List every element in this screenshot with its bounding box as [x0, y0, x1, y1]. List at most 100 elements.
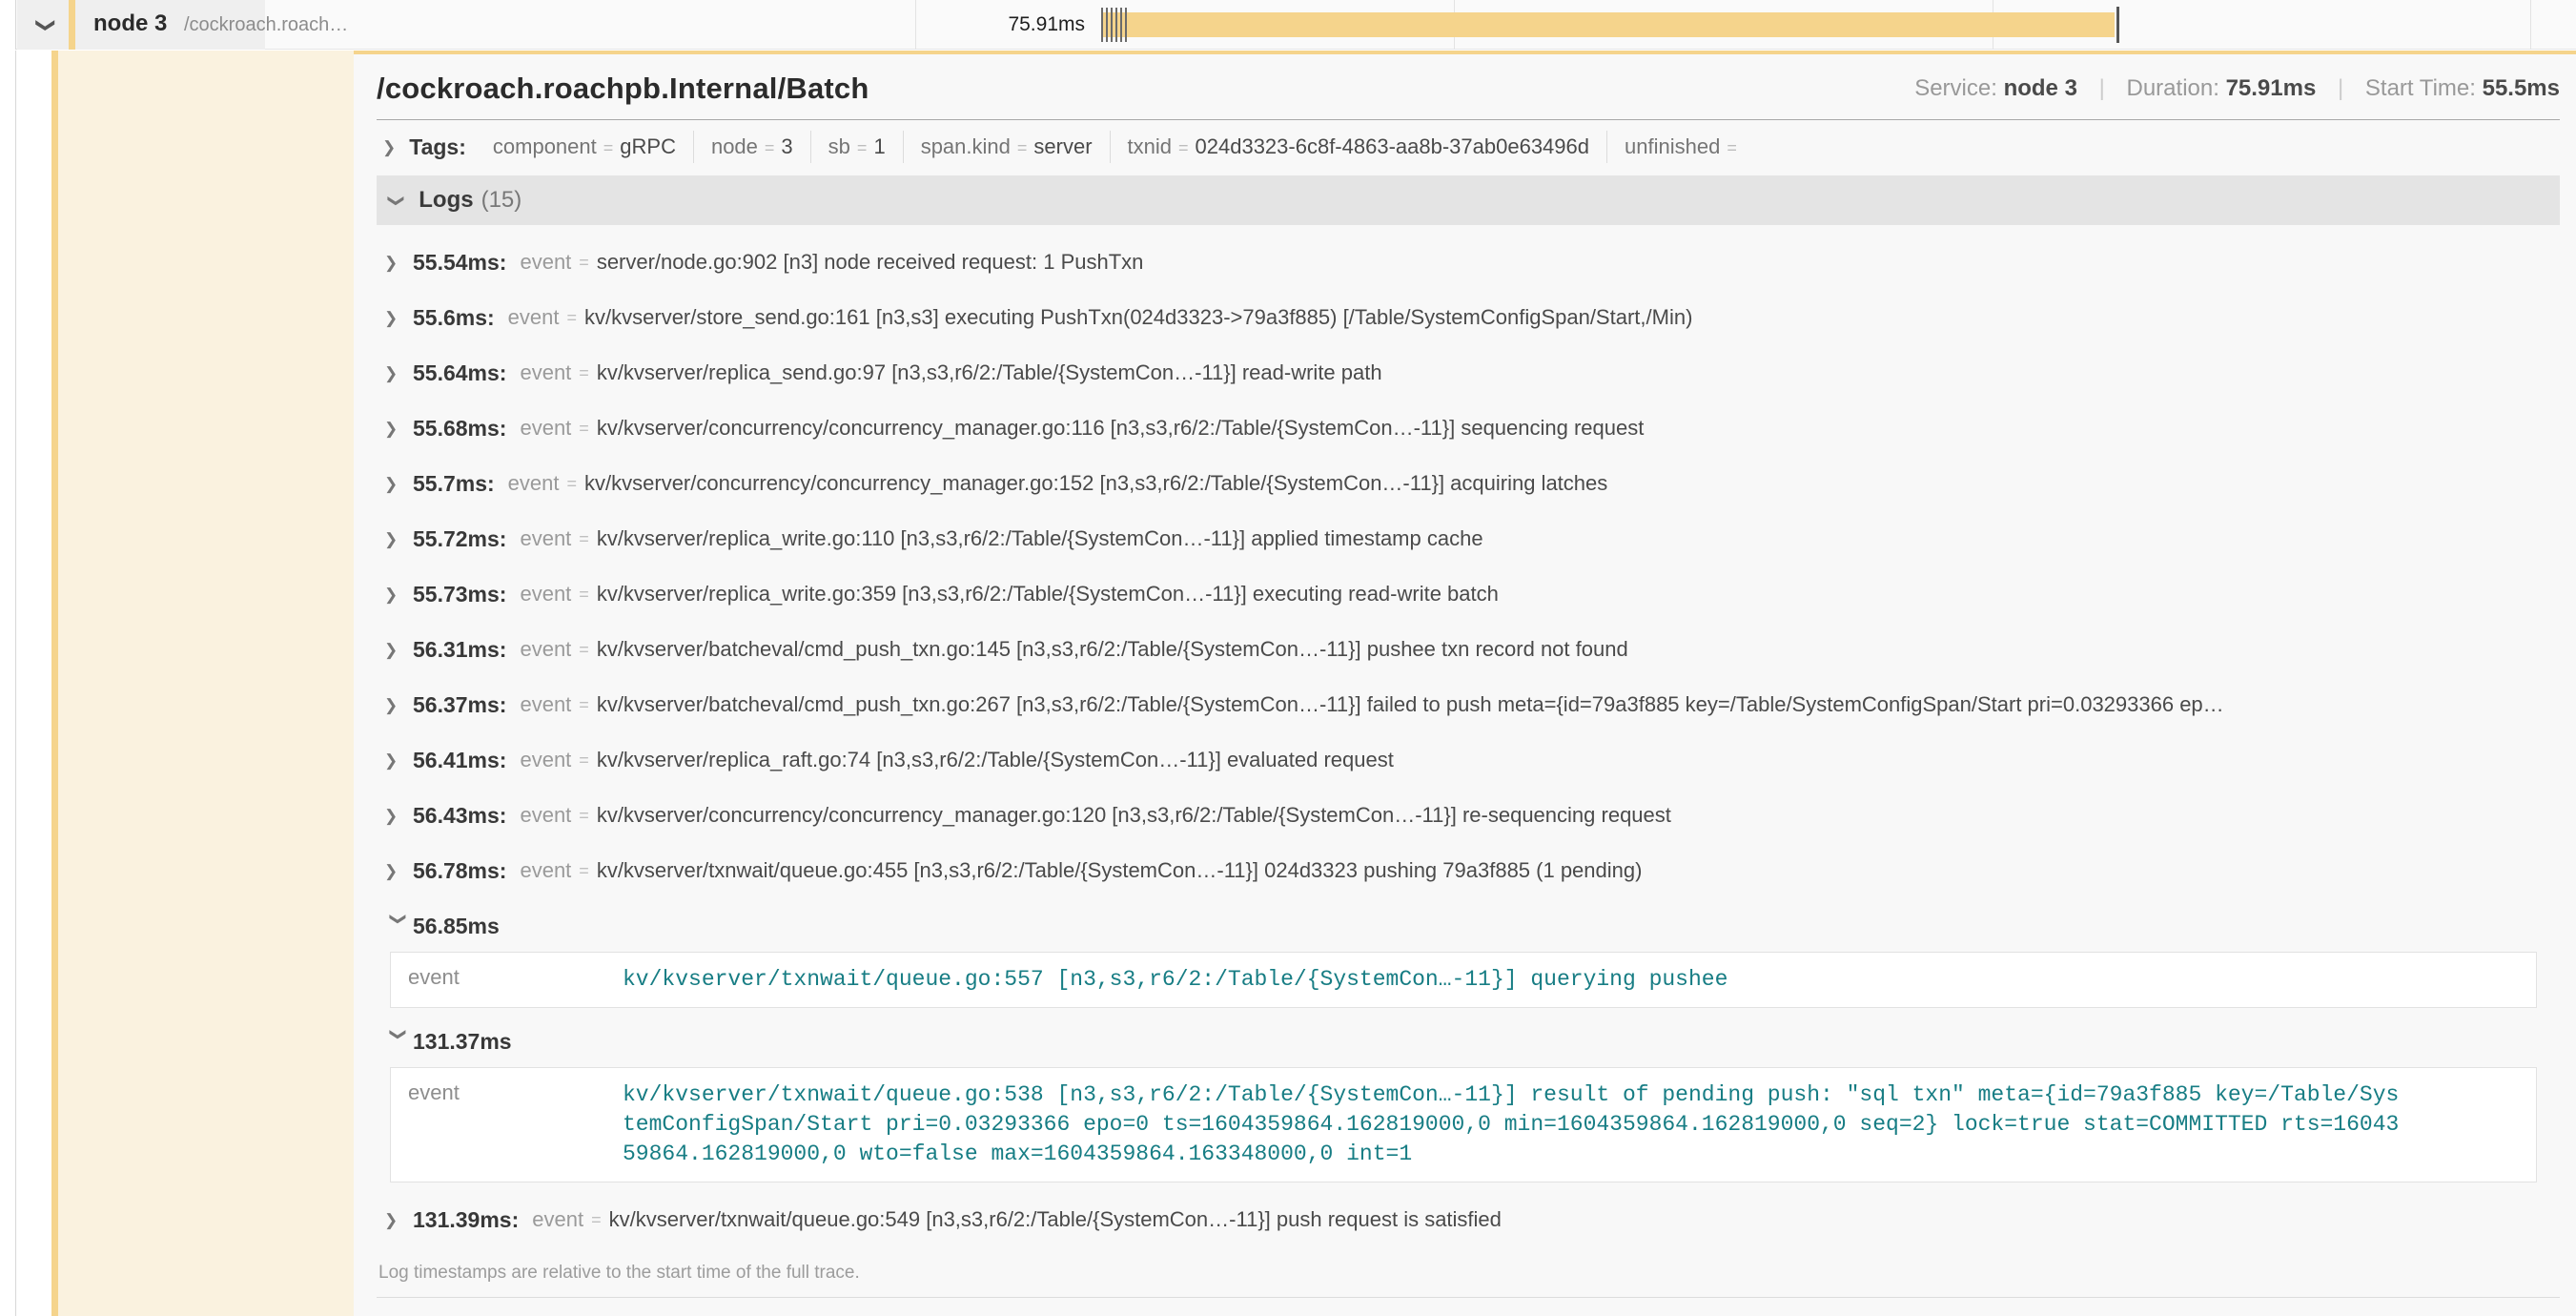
log-field-value[interactable]: kv/kvserver/txnwait/queue.go:538 [n3,s3,…: [623, 1080, 2536, 1169]
log-marker-tick: [1101, 8, 1103, 42]
tag-item[interactable]: unfinished =: [1607, 131, 1761, 163]
tag-key: node: [711, 134, 758, 158]
log-entry-collapsed[interactable]: ❯ 56.43ms: event = kv/kvserver/concurren…: [377, 788, 2560, 843]
log-field-value: kv/kvserver/store_send.go:161 [n3,s3] ex…: [584, 305, 2550, 330]
tags-section-header[interactable]: ❯ Tags: component=gRPC node=3 sb=1 span.…: [377, 120, 2560, 174]
chevron-right-icon[interactable]: ❯: [384, 1212, 413, 1228]
log-entry-collapsed[interactable]: ❯ 55.72ms: event = kv/kvserver/replica_w…: [377, 511, 2560, 566]
span-color-bar: [69, 0, 75, 50]
log-entry-collapsed[interactable]: ❯ 55.64ms: event = kv/kvserver/replica_s…: [377, 345, 2560, 401]
tag-equals: =: [1178, 138, 1189, 157]
log-entry-expanded: ❯ 56.85ms event kv/kvserver/txnwait/queu…: [377, 902, 2560, 1008]
log-field-key: event: [520, 803, 571, 828]
span-duration-bar[interactable]: [1101, 12, 2115, 37]
chevron-right-icon[interactable]: ❯: [384, 476, 413, 492]
log-timestamp: 56.41ms:: [413, 748, 506, 773]
tag-item[interactable]: component=gRPC: [476, 131, 694, 163]
tag-value: server: [1033, 134, 1092, 158]
log-field-value: kv/kvserver/txnwait/queue.go:549 [n3,s3,…: [609, 1207, 2550, 1232]
log-marker-tick: [1106, 8, 1108, 42]
log-timestamp: 56.43ms:: [413, 803, 506, 829]
log-entry-collapsed[interactable]: ❯ 131.39ms: event = kv/kvserver/txnwait/…: [377, 1192, 2560, 1247]
duration-value: 75.91ms: [2226, 75, 2317, 101]
logs-section-header[interactable]: ❯ Logs (15): [377, 175, 2560, 225]
span-meta: Service: node 3 | Duration: 75.91ms | St…: [1914, 75, 2560, 102]
chevron-right-icon[interactable]: ❯: [384, 586, 413, 603]
duration-label: Duration:: [2127, 75, 2219, 101]
log-field-value: kv/kvserver/replica_write.go:110 [n3,s3,…: [597, 526, 2550, 551]
log-marker-tick: [1120, 8, 1122, 42]
tag-item[interactable]: span.kind=server: [904, 131, 1111, 163]
log-field-value[interactable]: kv/kvserver/txnwait/queue.go:557 [n3,s3,…: [623, 965, 2536, 995]
tag-equals: =: [1017, 138, 1028, 157]
log-fields-table: event kv/kvserver/txnwait/queue.go:557 […: [390, 952, 2537, 1008]
log-list: ❯ 55.54ms: event = server/node.go:902 [n…: [377, 225, 2560, 1247]
chevron-right-icon[interactable]: ❯: [384, 421, 413, 437]
log-field-value: kv/kvserver/batcheval/cmd_push_txn.go:26…: [597, 692, 2550, 717]
log-field-value: kv/kvserver/concurrency/concurrency_mana…: [584, 471, 2550, 496]
log-equals: =: [579, 529, 589, 549]
log-equals: =: [579, 751, 589, 771]
log-equals: =: [567, 308, 578, 328]
log-entry-collapsed[interactable]: ❯ 55.68ms: event = kv/kvserver/concurren…: [377, 401, 2560, 456]
chevron-down-icon[interactable]: ❯: [389, 194, 405, 207]
log-entry-collapsed[interactable]: ❯ 55.6ms: event = kv/kvserver/store_send…: [377, 290, 2560, 345]
chevron-down-icon[interactable]: ❯: [34, 17, 58, 33]
chevron-right-icon[interactable]: ❯: [384, 808, 413, 824]
timeline-ruler[interactable]: 75.91ms: [265, 0, 2576, 50]
log-equals: =: [579, 363, 589, 383]
log-timestamp: 55.7ms:: [413, 471, 495, 497]
chevron-right-icon[interactable]: ❯: [384, 697, 413, 713]
log-timestamp: 56.78ms:: [413, 858, 506, 884]
logs-footer-note: Log timestamps are relative to the start…: [377, 1247, 2560, 1297]
chevron-right-icon[interactable]: ❯: [384, 310, 413, 326]
chevron-right-icon[interactable]: ❯: [384, 255, 413, 271]
log-entry-collapsed[interactable]: ❯ 56.31ms: event = kv/kvserver/batcheval…: [377, 622, 2560, 677]
tag-list: component=gRPC node=3 sb=1 span.kind=ser…: [476, 131, 1761, 163]
chevron-right-icon[interactable]: ❯: [384, 863, 413, 879]
log-entry-collapsed[interactable]: ❯ 56.37ms: event = kv/kvserver/batcheval…: [377, 677, 2560, 732]
log-entry-collapsed[interactable]: ❯ 56.78ms: event = kv/kvserver/txnwait/q…: [377, 843, 2560, 898]
log-field-row: event kv/kvserver/txnwait/queue.go:557 […: [391, 965, 2536, 995]
log-entry-expanded: ❯ 131.37ms event kv/kvserver/txnwait/que…: [377, 1018, 2560, 1182]
log-entry-collapsed[interactable]: ❯ 55.73ms: event = kv/kvserver/replica_w…: [377, 566, 2560, 622]
tag-equals: =: [857, 138, 868, 157]
span-detail-title-row: /cockroach.roachpb.Internal/Batch Servic…: [377, 54, 2560, 119]
chevron-down-icon[interactable]: ❯: [391, 912, 407, 940]
log-entry-header[interactable]: ❯ 131.37ms: [377, 1018, 2560, 1065]
log-timestamp: 55.72ms:: [413, 526, 506, 552]
log-field-key: event: [532, 1207, 583, 1232]
log-entry-collapsed[interactable]: ❯ 55.7ms: event = kv/kvserver/concurrenc…: [377, 456, 2560, 511]
log-marker-tick: [1115, 8, 1117, 42]
tag-key: unfinished: [1625, 134, 1720, 158]
start-time-value: 55.5ms: [2483, 75, 2560, 101]
chevron-right-icon[interactable]: ❯: [384, 752, 413, 769]
tag-item[interactable]: node=3: [694, 131, 811, 163]
chevron-right-icon[interactable]: ❯: [384, 365, 413, 381]
log-timestamp: 131.39ms:: [413, 1207, 519, 1233]
chevron-right-icon[interactable]: ❯: [382, 139, 396, 155]
tag-item[interactable]: txnid=024d3323-6c8f-4863-aa8b-37ab0e6349…: [1111, 131, 1607, 163]
meta-divider: |: [2338, 75, 2343, 101]
tag-equals: =: [1727, 138, 1737, 157]
tag-item[interactable]: sb=1: [811, 131, 904, 163]
log-entry-collapsed[interactable]: ❯ 55.54ms: event = server/node.go:902 [n…: [377, 235, 2560, 290]
tag-key: component: [493, 134, 597, 158]
log-equals: =: [579, 640, 589, 660]
log-entry-collapsed[interactable]: ❯ 56.41ms: event = kv/kvserver/replica_r…: [377, 732, 2560, 788]
chevron-right-icon[interactable]: ❯: [384, 531, 413, 547]
log-entry-header[interactable]: ❯ 56.85ms: [377, 902, 2560, 950]
chevron-down-icon[interactable]: ❯: [391, 1027, 407, 1056]
log-marker-tick-end: [2116, 7, 2119, 43]
left-gutter: [0, 0, 16, 50]
trace-timeline-page: ❯ node 3 /cockroach.roach… 75.91ms: [0, 0, 2576, 1316]
log-field-key: event: [520, 360, 571, 385]
log-timestamp: 56.85ms: [413, 914, 500, 939]
log-equals: =: [579, 861, 589, 881]
chevron-right-icon[interactable]: ❯: [384, 642, 413, 658]
span-name-cell[interactable]: ❯ node 3 /cockroach.roach…: [17, 0, 265, 50]
logs-bottom-divider: [377, 1297, 2560, 1298]
log-equals: =: [579, 695, 589, 715]
log-field-key: event: [520, 637, 571, 662]
span-service-name[interactable]: node 3: [93, 10, 167, 37]
